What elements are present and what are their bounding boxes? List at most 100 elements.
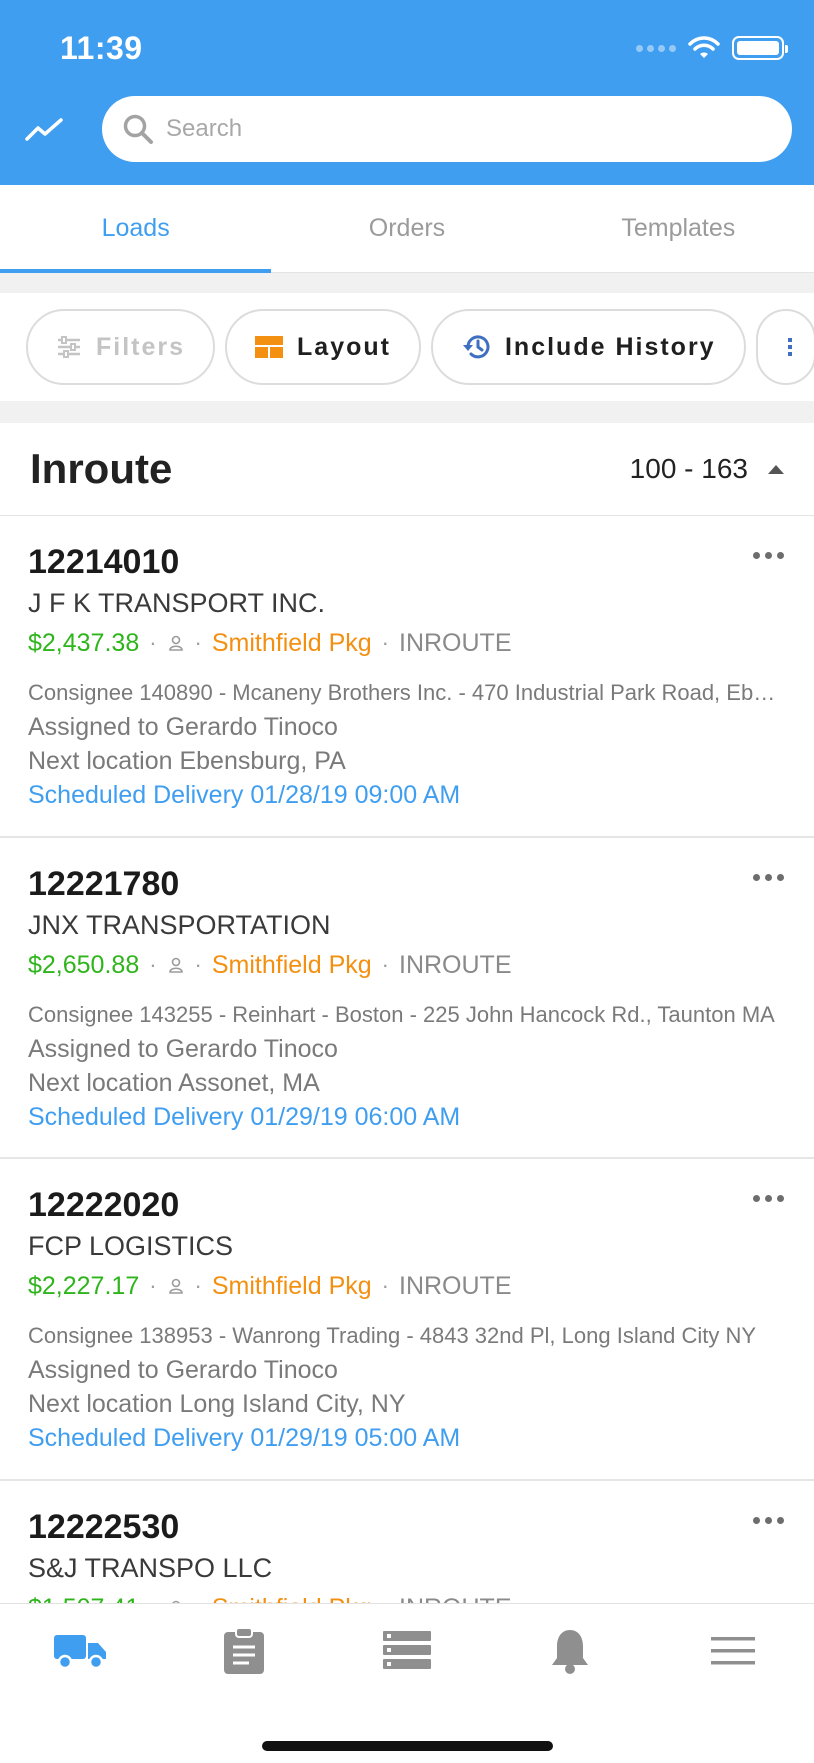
scheduled-delivery-text: Scheduled Delivery 01/29/19 06:00 AM bbox=[28, 1102, 461, 1131]
more-options-icon[interactable] bbox=[753, 1516, 784, 1524]
separator-dot: · bbox=[149, 1591, 156, 1604]
carrier-name: JNX TRANSPORTATION bbox=[28, 909, 331, 940]
trend-chart-icon[interactable] bbox=[22, 108, 66, 152]
separator-dot: · bbox=[381, 951, 389, 977]
more-options-icon[interactable] bbox=[753, 1195, 784, 1202]
filters-chip-label: Filters bbox=[96, 332, 186, 361]
load-meta: $2,227.17 · · Smithfield Pkg · INROUTE bbox=[28, 1269, 814, 1303]
include-history-chip-label: Include History bbox=[504, 332, 716, 361]
divider bbox=[0, 401, 814, 423]
separator-dot: · bbox=[149, 630, 157, 655]
separator-dot: · bbox=[195, 1591, 202, 1604]
tab-loads[interactable]: Loads bbox=[0, 185, 272, 273]
list-icon bbox=[382, 1631, 431, 1669]
load-card[interactable]: 12222020 FCP LOGISTICS $2,227.17 · · Smi… bbox=[0, 1159, 814, 1481]
next-location-text: Next location Ebensburg, PA bbox=[28, 747, 346, 775]
sliders-icon bbox=[58, 336, 80, 358]
next-location-text: Next location Assonet, MA bbox=[28, 1068, 320, 1097]
load-price: $2,437.38 bbox=[28, 629, 140, 657]
nav-list[interactable] bbox=[326, 1631, 489, 1671]
divider bbox=[0, 273, 814, 293]
scheduled-delivery-text: Scheduled Delivery 01/28/19 09:00 AM bbox=[28, 781, 461, 809]
bottom-nav bbox=[0, 1603, 814, 1763]
separator-dot: · bbox=[381, 630, 389, 655]
shipper-name: Smithfield Pkg bbox=[211, 1272, 372, 1300]
load-price: $2,227.17 bbox=[28, 1272, 140, 1300]
section-range: 100 - 163 bbox=[629, 453, 748, 484]
clipboard-icon bbox=[224, 1627, 265, 1674]
load-card[interactable]: 12222530 S&J TRANSPO LLC $1,507.41 · · S… bbox=[0, 1480, 814, 1604]
more-chip[interactable] bbox=[755, 309, 814, 385]
nav-loads[interactable] bbox=[0, 1633, 163, 1669]
layout-chip[interactable]: Layout bbox=[225, 309, 421, 385]
separator-dot: · bbox=[194, 951, 202, 977]
home-indicator[interactable] bbox=[262, 1741, 553, 1751]
tab-orders[interactable]: Orders bbox=[271, 185, 542, 272]
load-status: INROUTE bbox=[399, 950, 512, 979]
load-card[interactable]: 12221780 JNX TRANSPORTATION $2,650.88 · … bbox=[0, 837, 814, 1159]
person-icon bbox=[167, 956, 185, 974]
carrier-name: S&J TRANSPO LLC bbox=[28, 1552, 273, 1583]
more-options-icon[interactable] bbox=[753, 552, 784, 559]
consignee-text: Consignee 138953 - Wanrong Trading - 484… bbox=[28, 1323, 757, 1348]
nav-menu[interactable] bbox=[651, 1636, 814, 1666]
menu-icon bbox=[710, 1637, 755, 1665]
load-price: $2,650.88 bbox=[28, 950, 140, 979]
load-id: 12214010 bbox=[28, 543, 180, 581]
separator-dot: · bbox=[194, 1273, 202, 1298]
carrier-name: J F K TRANSPORT INC. bbox=[28, 588, 326, 618]
cellular-signal-icon bbox=[636, 44, 676, 52]
layout-chip-label: Layout bbox=[297, 332, 391, 361]
shipper-name: Smithfield Pkg bbox=[211, 629, 372, 657]
history-icon bbox=[462, 335, 490, 359]
search-bar[interactable] bbox=[102, 96, 792, 162]
load-list[interactable]: 12214010 J F K TRANSPORT INC. $2,437.38 … bbox=[0, 516, 814, 1603]
load-meta: $2,650.88 · · Smithfield Pkg · INROUTE bbox=[28, 948, 814, 982]
load-status: INROUTE bbox=[399, 1591, 512, 1604]
shipper-name: Smithfield Pkg bbox=[211, 950, 372, 979]
search-input[interactable] bbox=[166, 115, 766, 143]
load-id: 12221780 bbox=[28, 864, 180, 903]
separator-dot: · bbox=[381, 1273, 389, 1298]
filters-chip[interactable]: Filters bbox=[26, 309, 216, 385]
assigned-text: Assigned to Gerardo Tinoco bbox=[28, 1356, 338, 1384]
status-time: 11:39 bbox=[60, 30, 143, 66]
assigned-text: Assigned to Gerardo Tinoco bbox=[28, 713, 338, 741]
list-icon bbox=[787, 338, 792, 356]
layout-icon bbox=[255, 336, 284, 358]
include-history-chip[interactable]: Include History bbox=[430, 309, 746, 385]
nav-notifications[interactable] bbox=[488, 1627, 651, 1675]
nav-orders[interactable] bbox=[163, 1627, 326, 1675]
load-status: INROUTE bbox=[399, 629, 512, 657]
load-price: $1,507.41 bbox=[28, 1591, 139, 1604]
status-icons bbox=[636, 36, 788, 60]
person-icon bbox=[167, 1277, 185, 1295]
separator-dot: · bbox=[382, 1591, 389, 1604]
separator-dot: · bbox=[194, 630, 202, 655]
shipper-name: Smithfield Pkg bbox=[212, 1591, 372, 1604]
person-icon bbox=[167, 634, 185, 652]
consignee-text: Consignee 143255 - Reinhart - Boston - 2… bbox=[28, 1001, 775, 1027]
tab-bar: Loads Orders Templates bbox=[0, 185, 814, 273]
search-icon bbox=[123, 114, 153, 144]
wifi-icon bbox=[688, 36, 720, 58]
consignee-text: Consignee 140890 - Mcaneny Brothers Inc.… bbox=[28, 680, 786, 705]
bell-icon bbox=[551, 1630, 588, 1674]
load-id: 12222020 bbox=[28, 1186, 180, 1224]
battery-icon bbox=[732, 36, 788, 60]
load-meta: $1,507.41 · · Smithfield Pkg · INROUTE bbox=[28, 1591, 814, 1604]
section-header[interactable]: Inroute 100 - 163 bbox=[0, 423, 814, 516]
filter-chip-row[interactable]: Filters Layout Include History bbox=[0, 293, 814, 401]
caret-up-icon[interactable] bbox=[768, 464, 784, 474]
load-card[interactable]: 12214010 J F K TRANSPORT INC. $2,437.38 … bbox=[0, 516, 814, 838]
section-title: Inroute bbox=[30, 445, 173, 492]
truck-icon bbox=[54, 1635, 107, 1669]
assigned-text: Assigned to Gerardo Tinoco bbox=[28, 1034, 338, 1063]
separator-dot: · bbox=[149, 951, 157, 977]
load-status: INROUTE bbox=[399, 1272, 512, 1300]
separator-dot: · bbox=[149, 1273, 157, 1298]
scheduled-delivery-text: Scheduled Delivery 01/29/19 05:00 AM bbox=[28, 1424, 461, 1452]
more-options-icon[interactable] bbox=[753, 873, 784, 881]
carrier-name: FCP LOGISTICS bbox=[28, 1231, 234, 1261]
tab-templates[interactable]: Templates bbox=[543, 185, 814, 272]
